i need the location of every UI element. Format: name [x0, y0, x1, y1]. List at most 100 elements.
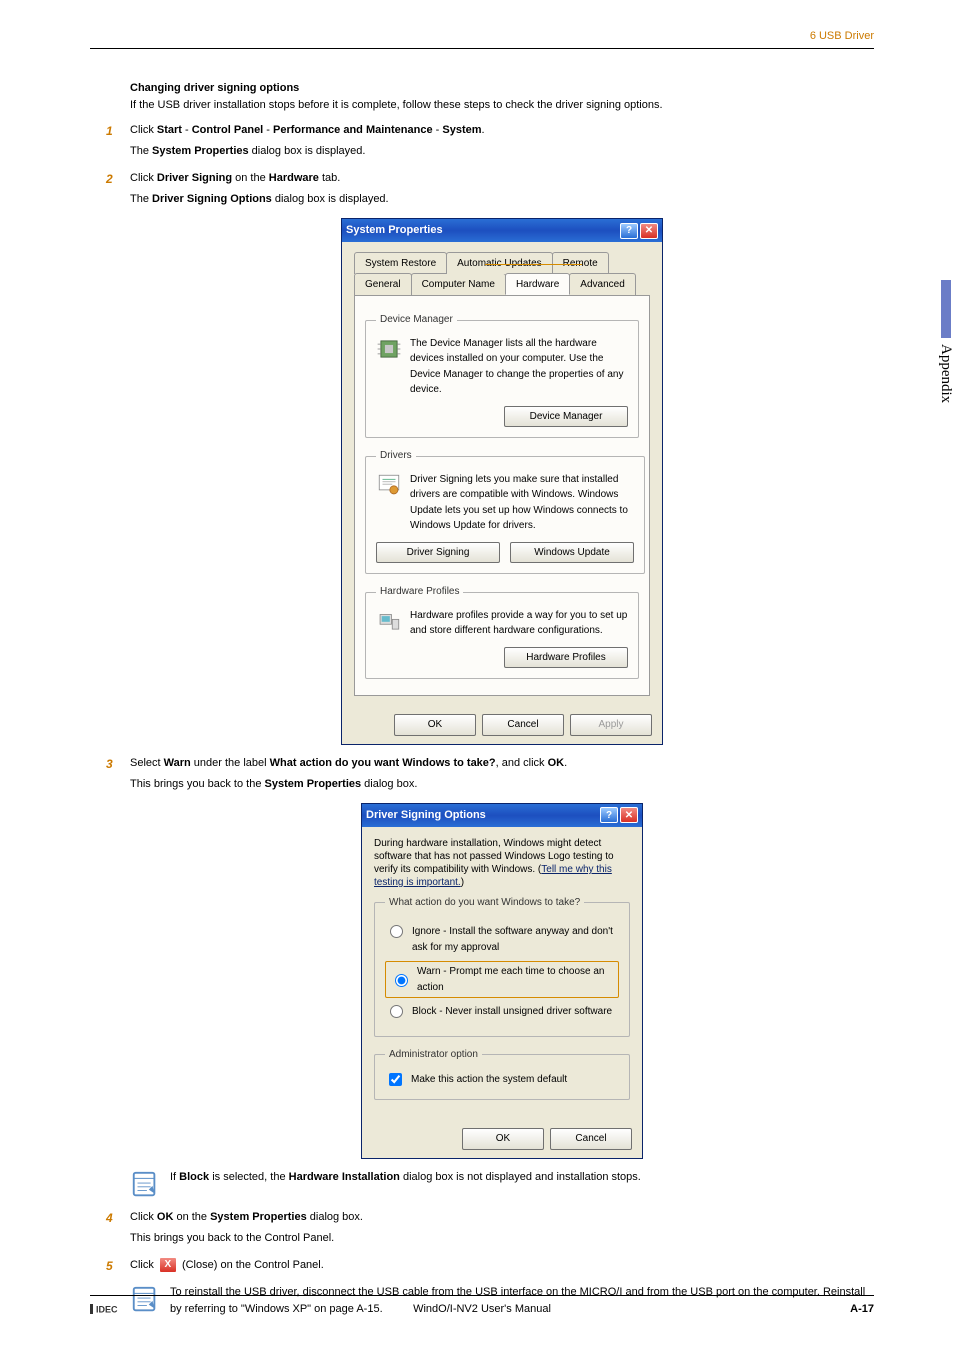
cancel-button[interactable]: Cancel	[550, 1128, 632, 1150]
action-group: What action do you want Windows to take?…	[374, 895, 630, 1037]
help-icon[interactable]: ?	[600, 807, 618, 823]
t: on the	[232, 172, 269, 184]
dash: -	[263, 124, 273, 136]
legend: Drivers	[376, 448, 416, 464]
side-tab: Appendix	[937, 280, 954, 403]
tabs-row-top: System Restore Automatic Updates Remote	[354, 252, 650, 274]
tab-automatic-updates[interactable]: Automatic Updates	[446, 252, 553, 274]
chip-icon	[376, 336, 402, 362]
t: Select	[130, 757, 164, 769]
t: Click	[130, 1211, 157, 1223]
step-text: Click	[130, 124, 157, 136]
page-footer: IDEC WindO/I-NV2 User's Manual A-17	[90, 1295, 874, 1316]
make-default-checkbox[interactable]: Make this action the system default	[385, 1070, 619, 1089]
dash: -	[182, 124, 192, 136]
radio-block[interactable]: Block - Never install unsigned driver so…	[385, 1004, 619, 1020]
bold: Hardware	[269, 172, 319, 184]
profile-icon	[376, 608, 402, 634]
cancel-button[interactable]: Cancel	[482, 714, 564, 736]
close-icon: X	[159, 1257, 177, 1273]
bold: Control Panel	[192, 124, 264, 136]
t: dialog box.	[361, 778, 417, 790]
label: Warn - Prompt me each time to choose an …	[417, 964, 614, 995]
hardware-profiles-group: Hardware Profiles Hardware profiles prov…	[365, 584, 639, 679]
step-1: Click Start - Control Panel - Performanc…	[90, 122, 874, 160]
bold: System Properties	[210, 1211, 307, 1223]
bold: System Properties	[265, 778, 362, 790]
side-tab-bar	[941, 280, 951, 338]
label: Make this action the system default	[411, 1072, 567, 1088]
label: Ignore - Install the software anyway and…	[412, 924, 619, 955]
t: dialog box is displayed.	[272, 193, 389, 205]
t: dialog box.	[307, 1211, 363, 1223]
radio-ignore[interactable]: Ignore - Install the software anyway and…	[385, 924, 619, 955]
certificate-icon	[376, 472, 402, 498]
bold: OK	[157, 1211, 174, 1223]
hardware-profiles-button[interactable]: Hardware Profiles	[504, 647, 628, 669]
titlebar: System Properties ? ✕	[342, 219, 662, 242]
titlebar: Driver Signing Options ? ✕	[362, 804, 642, 827]
t: The	[130, 193, 152, 205]
bold: Hardware Installation	[289, 1171, 400, 1183]
t: This brings you back to the	[130, 778, 265, 790]
bold: System Properties	[152, 145, 249, 157]
legend: Device Manager	[376, 312, 457, 328]
legend: Administrator option	[385, 1047, 482, 1063]
svg-text:IDEC: IDEC	[96, 1305, 118, 1315]
bold: Driver Signing	[157, 172, 232, 184]
ok-button[interactable]: OK	[462, 1128, 544, 1150]
footer-title: WindO/I-NV2 User's Manual	[413, 1303, 551, 1315]
step-4-sub: This brings you back to the Control Pane…	[130, 1230, 874, 1247]
t: on the	[173, 1211, 210, 1223]
step-4: Click OK on the System Properties dialog…	[90, 1209, 874, 1247]
label: Block - Never install unsigned driver so…	[412, 1004, 612, 1020]
t: If	[170, 1171, 179, 1183]
close-icon[interactable]: ✕	[620, 807, 638, 823]
apply-button[interactable]: Apply	[570, 714, 652, 736]
tab-system-restore[interactable]: System Restore	[354, 252, 447, 274]
dash: -	[433, 124, 443, 136]
device-manager-group: Device Manager The Device Manager lists …	[365, 312, 639, 438]
t: The	[130, 145, 152, 157]
header-chapter: 6 USB Driver	[810, 30, 874, 42]
device-manager-button[interactable]: Device Manager	[504, 406, 628, 428]
radio-warn[interactable]: Warn - Prompt me each time to choose an …	[390, 964, 614, 995]
t: under the label	[191, 757, 270, 769]
step-3: Select Warn under the label What action …	[90, 755, 874, 1199]
idec-logo-icon: IDEC	[90, 1302, 134, 1316]
radio-warn-row: Warn - Prompt me each time to choose an …	[385, 961, 619, 998]
t: .	[564, 757, 567, 769]
callout-line-icon	[485, 264, 582, 265]
page-number: A-17	[850, 1303, 874, 1315]
t: (Close) on the Control Panel.	[179, 1259, 324, 1271]
dso-description: During hardware installation, Windows mi…	[374, 837, 630, 889]
ok-button[interactable]: OK	[394, 714, 476, 736]
close-icon[interactable]: ✕	[640, 223, 658, 239]
driver-signing-button[interactable]: Driver Signing	[376, 542, 500, 564]
windows-update-button[interactable]: Windows Update	[510, 542, 634, 564]
bold: What action do you want Windows to take?	[270, 757, 496, 769]
bold: Driver Signing Options	[152, 193, 272, 205]
drivers-desc: Driver Signing lets you make sure that i…	[410, 472, 634, 534]
note-icon	[130, 1169, 160, 1199]
t: Click	[130, 1259, 157, 1271]
bold: Warn	[164, 757, 191, 769]
hwprof-desc: Hardware profiles provide a way for you …	[410, 608, 628, 639]
tab-hardware[interactable]: Hardware	[505, 273, 570, 296]
driver-signing-options-dialog: Driver Signing Options ? ✕ During hardwa…	[361, 803, 643, 1159]
help-icon[interactable]: ?	[620, 223, 638, 239]
bold: System	[442, 124, 481, 136]
tab-computer-name[interactable]: Computer Name	[411, 273, 506, 296]
tab-advanced[interactable]: Advanced	[569, 273, 635, 296]
dialog-buttons: OK Cancel	[362, 1120, 642, 1158]
devmgr-desc: The Device Manager lists all the hardwar…	[410, 336, 628, 398]
tab-general[interactable]: General	[354, 273, 412, 296]
dialog-title: Driver Signing Options	[366, 807, 486, 824]
t: dialog box is displayed.	[249, 145, 366, 157]
t: )	[461, 877, 464, 888]
dot: .	[482, 124, 485, 136]
t: Click	[130, 172, 157, 184]
dialog-buttons: OK Cancel Apply	[342, 706, 662, 744]
bold: OK	[548, 757, 565, 769]
highlight-box: Warn - Prompt me each time to choose an …	[385, 961, 619, 998]
